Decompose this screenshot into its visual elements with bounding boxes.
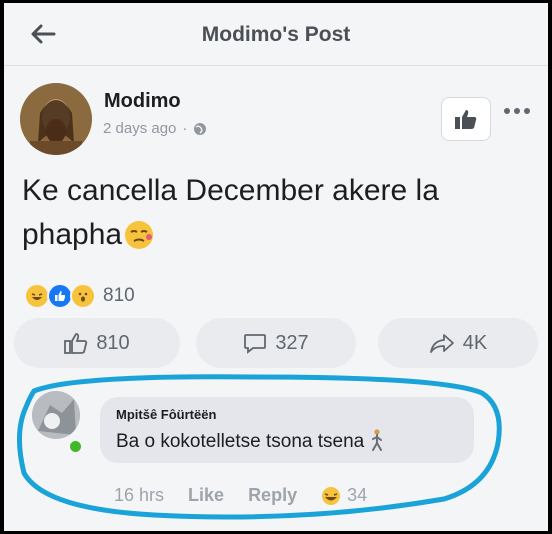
globe-icon bbox=[194, 122, 207, 135]
comment-text: Ba o kokotelletse tsona tsena bbox=[116, 429, 384, 453]
separator-dot: · bbox=[182, 120, 188, 137]
post-time[interactable]: 2 days ago bbox=[103, 120, 176, 137]
comment-button[interactable]: 327 bbox=[196, 318, 356, 368]
share-icon bbox=[429, 334, 454, 353]
reaction-count: 810 bbox=[103, 285, 135, 306]
thumbs-up-outline-icon bbox=[64, 333, 88, 354]
online-indicator bbox=[68, 439, 83, 454]
person-walking-emoji bbox=[371, 429, 382, 451]
like-button[interactable]: 810 bbox=[14, 318, 180, 368]
pensive-emoji bbox=[124, 219, 154, 263]
post-screen: Modimo's Post Modimo 2 days ago · Ke can… bbox=[4, 3, 548, 531]
comment-count: 327 bbox=[275, 331, 309, 354]
comment-time: 16 hrs bbox=[114, 485, 165, 505]
more-options-button[interactable] bbox=[500, 101, 534, 121]
wow-emoji bbox=[70, 283, 96, 309]
comment-reply-button[interactable]: Reply bbox=[248, 485, 297, 506]
thumbs-up-icon bbox=[455, 110, 477, 129]
page-title: Modimo's Post bbox=[201, 23, 351, 46]
comment-footer: 16 hrs Like Reply 34 bbox=[114, 485, 367, 506]
share-count: 4K bbox=[462, 331, 488, 354]
comment-reactions[interactable]: 34 bbox=[321, 485, 367, 506]
header: Modimo's Post bbox=[4, 3, 548, 66]
comment-like-button[interactable]: Like bbox=[188, 485, 224, 506]
more-icon bbox=[504, 108, 530, 114]
reactions-summary[interactable]: 810 bbox=[24, 283, 135, 309]
post-text: Ke cancella December akere la phapha bbox=[22, 169, 532, 263]
like-count: 810 bbox=[96, 331, 130, 354]
comment-bubble[interactable]: Mpitšê Fôürtëën Ba o kokotelletse tsona … bbox=[100, 397, 474, 463]
author-name[interactable]: Modimo bbox=[104, 90, 181, 113]
comment-text-content: Ba o kokotelletse tsona tsena bbox=[116, 431, 365, 452]
like-page-button[interactable] bbox=[441, 97, 491, 141]
post-meta: 2 days ago · bbox=[103, 120, 207, 137]
commenter-avatar[interactable] bbox=[32, 391, 80, 439]
post-text-content: Ke cancella December akere la phapha bbox=[22, 174, 439, 251]
comment-reaction-count: 34 bbox=[347, 485, 368, 505]
comment-icon bbox=[244, 334, 267, 354]
share-button[interactable]: 4K bbox=[378, 318, 538, 368]
author-avatar[interactable] bbox=[20, 83, 92, 155]
laugh-emoji bbox=[322, 486, 341, 505]
commenter-name[interactable]: Mpitšê Fôürtëën bbox=[116, 407, 216, 422]
